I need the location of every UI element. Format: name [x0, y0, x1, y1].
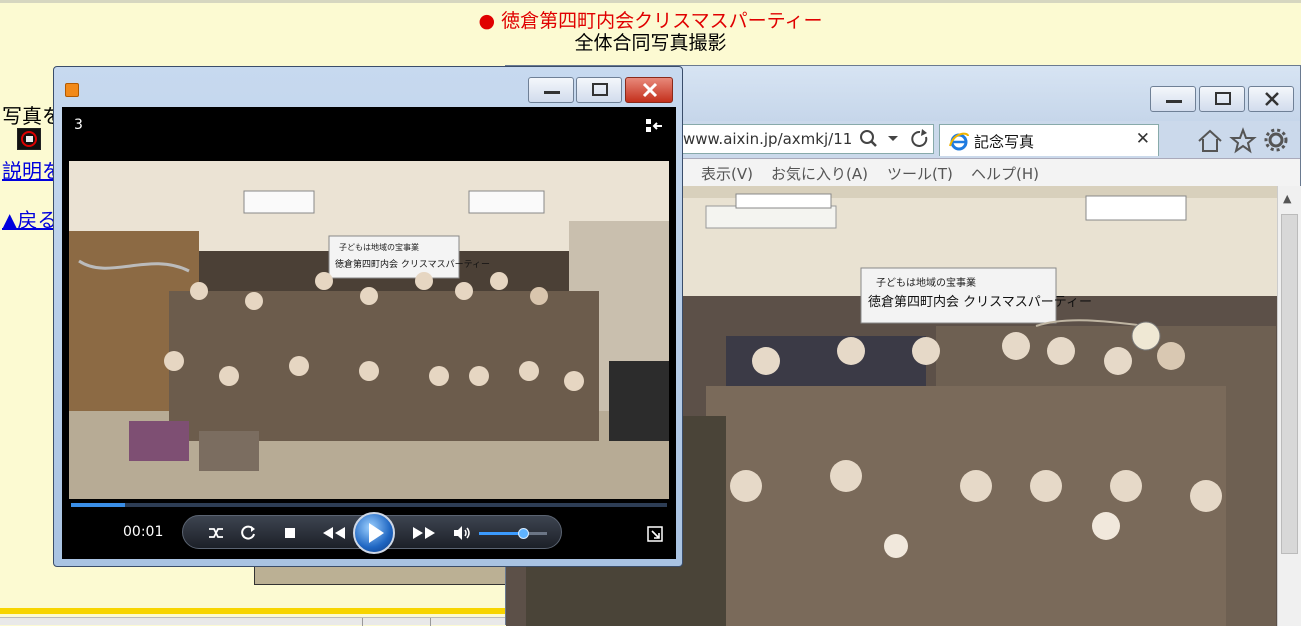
gear-icon[interactable] [1264, 128, 1288, 152]
repeat-icon [241, 525, 255, 540]
tab-close-icon[interactable]: ✕ [1136, 129, 1150, 149]
browser-minimize-button[interactable] [1150, 86, 1196, 112]
title-main: 徳倉第四町内会クリスマスパーティー [501, 10, 823, 32]
title-bullet: ● [478, 10, 496, 32]
page-top-border [0, 0, 1301, 3]
tab-kinen-shashin[interactable]: 記念写真 ✕ [939, 124, 1159, 156]
menu-view[interactable]: 表示(V) [701, 163, 753, 184]
volume-slider-fill [479, 532, 524, 535]
tab-title: 記念写真 [974, 133, 1035, 151]
yellow-divider [0, 608, 505, 614]
menu-favorites[interactable]: お気に入り(A) [771, 163, 868, 184]
menu-tools[interactable]: ツール(T) [887, 163, 953, 184]
address-text: www.aixin.jp/axmkj/11 [683, 130, 853, 148]
volume-icon [454, 526, 470, 540]
browser-maximize-button[interactable] [1199, 86, 1245, 112]
minimize-icon [1166, 100, 1182, 103]
refresh-icon[interactable] [911, 129, 928, 147]
volume-slider[interactable] [479, 528, 547, 539]
dropdown-icon[interactable] [888, 136, 898, 141]
page-title: ● 徳倉第四町内会クリスマスパーティー 全体合同写真撮影 [0, 10, 1301, 54]
player-control-bar [182, 512, 562, 554]
player-maximize-button[interactable] [576, 77, 622, 103]
browser-toolbar-icons [1198, 127, 1288, 154]
playlist-counter: 3 [74, 117, 83, 133]
video-banner-line-1: 子どもは地域の宝事業 [339, 242, 419, 252]
seek-bar[interactable] [71, 503, 667, 507]
browser-close-button[interactable] [1248, 86, 1294, 112]
volume-slider-handle[interactable] [518, 528, 530, 539]
player-minimize-button[interactable] [528, 77, 574, 103]
stop-button[interactable] [277, 516, 303, 550]
maximize-icon [1215, 92, 1231, 105]
video-banner-line-2: 徳倉第四町内会 クリスマスパーティー [335, 258, 490, 270]
close-icon [1265, 92, 1279, 106]
minimize-icon [544, 91, 560, 94]
address-tools [858, 128, 938, 154]
home-icon[interactable] [1198, 129, 1222, 152]
player-close-button[interactable] [625, 77, 673, 103]
media-player-window: 3 子どもは地域の宝事業 徳倉第四町内会 クリスマスパーティー 00:01 [53, 66, 683, 567]
banner-line-1: 子どもは地域の宝事業 [876, 276, 976, 289]
play-video-icon[interactable] [17, 128, 41, 150]
media-player-app-icon [65, 83, 79, 97]
shuffle-icon [209, 528, 223, 538]
seek-bar-progress [71, 503, 125, 507]
star-icon[interactable] [1229, 127, 1257, 154]
maximize-icon [592, 83, 608, 96]
banner-line-2: 徳倉第四町内会 クリスマスパーティー [868, 294, 1092, 310]
close-icon [642, 82, 658, 98]
fullscreen-icon[interactable] [646, 525, 664, 543]
ie-logo-icon [949, 132, 969, 151]
shuffle-button[interactable] [203, 516, 229, 550]
stop-icon [285, 528, 295, 538]
menu-help[interactable]: ヘルプ(H) [971, 163, 1039, 184]
mute-button[interactable] [449, 516, 475, 550]
video-photo: 子どもは地域の宝事業 徳倉第四町内会 クリスマスパーティー [69, 161, 669, 499]
switch-to-library-icon[interactable] [644, 117, 664, 135]
scrollbar-thumb[interactable] [1281, 214, 1298, 554]
scroll-up-icon[interactable]: ▲ [1283, 192, 1291, 205]
previous-icon [323, 527, 345, 539]
browser-scrollbar[interactable]: ▲ [1277, 186, 1301, 626]
play-icon [369, 523, 384, 543]
video-frame[interactable]: 子どもは地域の宝事業 徳倉第四町内会 クリスマスパーティー [69, 161, 669, 499]
next-button[interactable] [401, 516, 447, 550]
next-icon [413, 527, 435, 539]
page-subtitle: 全体合同写真撮影 [574, 32, 727, 54]
repeat-button[interactable] [235, 516, 261, 550]
elapsed-time: 00:01 [123, 524, 164, 540]
play-button[interactable] [353, 512, 395, 554]
search-icon[interactable] [860, 130, 877, 147]
player-video-area: 3 子どもは地域の宝事業 徳倉第四町内会 クリスマスパーティー 00:01 [62, 107, 676, 559]
back-link[interactable]: ▲戻る [2, 204, 57, 233]
previous-button[interactable] [311, 516, 357, 550]
